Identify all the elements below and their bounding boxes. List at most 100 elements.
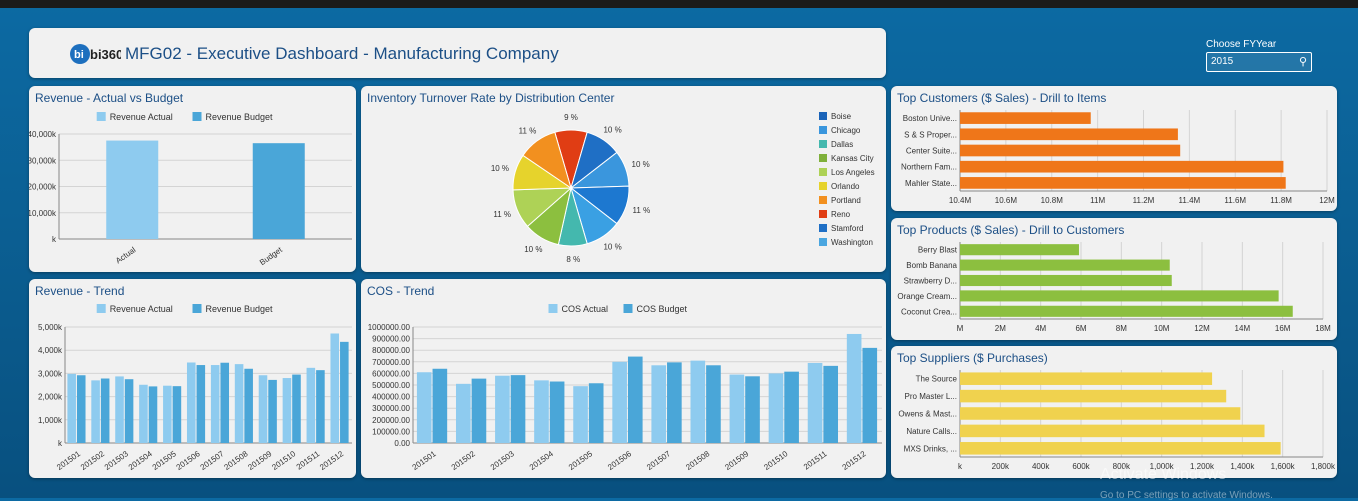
bar <box>807 362 823 443</box>
bar <box>76 375 86 443</box>
panel-title: Top Customers ($ Sales) - Drill to Items <box>897 91 1107 105</box>
legend-swatch <box>819 112 827 120</box>
bar <box>455 383 471 443</box>
bar <box>330 333 340 443</box>
bar <box>139 384 148 443</box>
x-tick-label: 201506 <box>175 449 202 472</box>
x-tick-label: 16M <box>1275 324 1291 333</box>
y-tick-label: 5,000k <box>38 323 63 332</box>
y-tick-label: 4,000k <box>38 346 63 355</box>
legend-label: Dallas <box>831 140 853 149</box>
x-tick-label: 6M <box>1075 324 1086 333</box>
x-tick-label: 201505 <box>567 449 594 472</box>
top-customers-panel[interactable]: Top Customers ($ Sales) - Drill to Items… <box>891 86 1337 211</box>
legend-label: Revenue Budget <box>206 112 274 122</box>
x-tick-label: 201501 <box>411 449 438 472</box>
x-tick-label: 201510 <box>270 449 297 472</box>
bar <box>416 372 432 443</box>
legend-label: Revenue Budget <box>206 304 274 314</box>
panel-title: Top Products ($ Sales) - Drill to Custom… <box>897 223 1125 237</box>
bar <box>100 378 110 443</box>
y-tick-label: 0.00 <box>394 439 410 448</box>
x-tick-label: 201505 <box>151 449 178 472</box>
y-tick-label: 700000.00 <box>372 358 410 367</box>
y-tick-label: Center Suite... <box>906 147 957 156</box>
legend-label: Washington <box>831 238 873 247</box>
legend-swatch <box>819 154 827 162</box>
page-title: MFG02 - Executive Dashboard - Manufactur… <box>125 44 559 63</box>
x-tick-label: 201503 <box>489 449 516 472</box>
bar <box>960 424 1265 438</box>
x-tick-label: 201506 <box>606 449 633 472</box>
panel-title: COS - Trend <box>367 284 435 298</box>
top-suppliers-chart[interactable]: k 200k 400k 600k 800k 1,000k 1,200k 1,400k 1,600… <box>891 346 1337 478</box>
legend-swatch <box>819 182 827 190</box>
bar <box>823 365 839 443</box>
y-tick-label: Northern Fam... <box>901 163 957 172</box>
fy-filter-label: Choose FYYear <box>1206 39 1277 50</box>
legend-label: Reno <box>831 210 851 219</box>
revenue-trend-panel: Revenue - Trend Revenue Actual Revenue Bu… <box>29 279 356 478</box>
bar <box>651 365 667 443</box>
revenue-trend-chart: Revenue Actual Revenue Budget 5,000k 4,000k… <box>38 304 352 472</box>
y-tick-label: MXS Drinks, ... <box>904 444 957 453</box>
legend-label: Boise <box>831 112 852 121</box>
y-tick-label: Pro Master L... <box>905 392 957 401</box>
legend-label: Chicago <box>831 126 861 135</box>
pie-data-label: 11 % <box>519 127 537 136</box>
windows-activation-hint: Go to PC settings to activate Windows. <box>1100 490 1273 501</box>
pie-data-label: 11 % <box>493 210 511 219</box>
bar <box>220 362 230 443</box>
y-tick-label: 400000.00 <box>372 393 410 402</box>
header-panel: bi bi360 MFG02 - Executive Dashboard - M… <box>29 28 886 78</box>
x-tick-label: 201510 <box>762 449 789 472</box>
x-tick-label: 10.6M <box>995 196 1018 205</box>
legend-label: Revenue Actual <box>110 304 173 314</box>
bar <box>549 381 565 443</box>
y-tick-label: 500000.00 <box>372 381 410 390</box>
x-tick-label: 10M <box>1154 324 1170 333</box>
legend-swatch <box>96 112 106 121</box>
revenue-actual-budget-chart: Revenue Actual Revenue Budget 40,000k 30,00… <box>29 112 352 267</box>
pie-data-label: 10 % <box>603 243 621 252</box>
x-tick-label: 201501 <box>55 449 82 472</box>
bar <box>588 383 604 443</box>
x-tick-label: 400k <box>1032 462 1050 471</box>
legend-label: COS Actual <box>562 304 609 314</box>
inventory-turnover-panel: Inventory Turnover Rate by Distribution … <box>361 86 886 272</box>
bar <box>573 386 588 443</box>
top-products-panel[interactable]: Top Products ($ Sales) - Drill to Custom… <box>891 218 1337 340</box>
legend-label: Los Angeles <box>831 168 875 177</box>
x-tick-label: 11.6M <box>1224 196 1246 205</box>
fy-filter-value: 2015 <box>1211 56 1234 67</box>
search-icon[interactable]: ⚲ <box>1299 55 1307 68</box>
bar <box>960 177 1286 189</box>
x-tick-label: k <box>958 462 963 471</box>
x-tick-label: 201512 <box>841 449 868 472</box>
y-tick-label: 2,000k <box>38 393 63 402</box>
fy-filter-input[interactable]: 2015 ⚲ <box>1206 52 1312 72</box>
bar <box>729 374 745 443</box>
bar <box>471 378 487 443</box>
x-tick-label: 1,600k <box>1271 462 1296 471</box>
bar <box>306 367 316 443</box>
cos-trend-panel: COS - Trend COS Actual COS Budget 1000000.… <box>361 279 886 478</box>
bar <box>252 143 305 239</box>
x-tick-label: 12M <box>1319 196 1335 205</box>
panel-title: Revenue - Trend <box>35 284 125 298</box>
legend-swatch <box>623 304 633 313</box>
x-tick-label: 201508 <box>222 449 249 472</box>
pie-data-label: 9 % <box>564 113 578 122</box>
bar <box>960 128 1178 141</box>
top-suppliers-panel[interactable]: Top Suppliers ($ Purchases) k 200k 400k 600… <box>891 346 1337 478</box>
legend-swatch <box>192 304 202 313</box>
panel-title: Top Suppliers ($ Purchases) <box>897 351 1048 365</box>
window-top-bar <box>0 0 1358 8</box>
y-tick-label: k <box>52 235 57 244</box>
bar <box>210 365 220 443</box>
legend-swatch <box>96 304 106 313</box>
bar <box>960 290 1279 302</box>
pie-data-label: 10 % <box>632 160 650 169</box>
x-tick-label: 14M <box>1235 324 1251 333</box>
revenue-actual-budget-panel: Revenue - Actual vs Budget Revenue Actua… <box>29 86 356 272</box>
